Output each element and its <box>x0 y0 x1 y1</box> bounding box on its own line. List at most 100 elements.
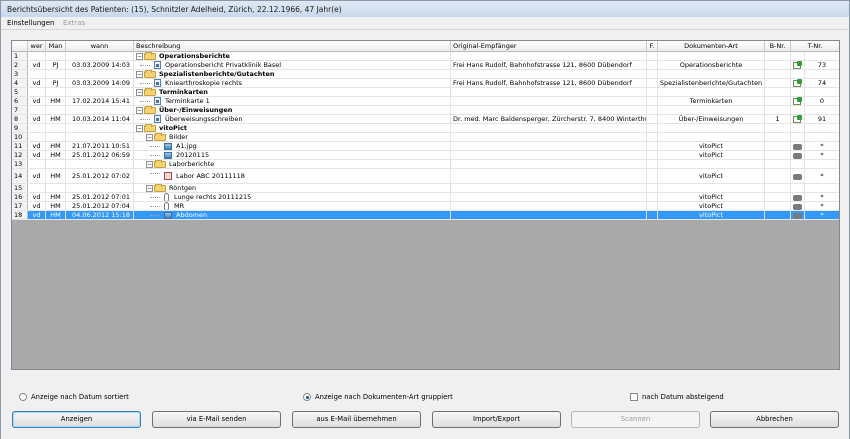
cell-empfaenger <box>451 70 647 78</box>
collapse-toggle-icon[interactable]: − <box>136 106 143 114</box>
table-row[interactable]: 10 − Bilder <box>12 133 839 142</box>
collapse-toggle-icon[interactable]: − <box>146 133 153 141</box>
col-header-wer[interactable]: wer <box>28 41 46 52</box>
col-header-tnr[interactable]: T-Nr. <box>791 41 839 52</box>
collapse-toggle-icon[interactable]: − <box>136 124 143 132</box>
table-row[interactable]: 6 vd HM 17.02.2014 15:41 Terminkarte 1 Termin… <box>12 97 839 106</box>
camera-icon[interactable] <box>793 195 802 201</box>
report-grid[interactable]: wer Man wann Beschreibung Original-Empfä… <box>11 40 840 370</box>
collapse-toggle-icon[interactable]: − <box>136 88 143 96</box>
title-bar[interactable]: Berichtsübersicht des Patienten: (15), S… <box>1 1 849 17</box>
radio-group-by-type[interactable] <box>303 393 311 401</box>
cell-tnr <box>805 52 839 60</box>
table-row[interactable]: 14 vd HM 25.01.2012 07:02 Labor ABC 20111118… <box>12 169 839 184</box>
row-description: Labor ABC 20111118 <box>176 171 245 180</box>
table-row[interactable]: 18 vd HM 04.06.2012 15:18 Abdomen vitoPict * <box>12 211 839 220</box>
row-number: 16 <box>12 193 28 201</box>
table-row[interactable]: 7 − Über-/Einweisungen <box>12 106 839 115</box>
table-row[interactable]: 1 − Operationsberichte <box>12 52 839 61</box>
collapse-toggle-icon[interactable]: − <box>146 160 153 168</box>
collapse-toggle-icon[interactable]: − <box>136 70 143 78</box>
option-date-descending-label: nach Datum absteigend <box>642 393 724 401</box>
camera-icon[interactable] <box>793 204 802 210</box>
cell-dokumenten-art <box>658 88 765 96</box>
menu-extras[interactable]: Extras <box>63 19 85 27</box>
open-document-icon[interactable] <box>793 79 802 87</box>
cell-bnr <box>765 133 791 141</box>
option-sort-by-date[interactable]: Anzeige nach Datum sortiert <box>19 393 129 401</box>
collapse-toggle-icon[interactable]: − <box>146 184 153 192</box>
checkbox-date-descending[interactable] <box>630 393 638 401</box>
table-row[interactable]: 13 − Laborberichte <box>12 160 839 169</box>
option-group-by-type[interactable]: Anzeige nach Dokumenten-Art gruppiert <box>303 393 453 401</box>
col-header-dokumenten-art[interactable]: Dokumenten-Art <box>658 41 765 52</box>
table-row[interactable]: 8 vd HM 10.03.2014 11:04 Überweisungsschreib… <box>12 115 839 124</box>
cell-dokumenten-art: vitoPict <box>658 202 765 210</box>
open-document-icon[interactable] <box>793 115 802 123</box>
cell-wann: 04.06.2012 15:18 <box>66 211 134 219</box>
col-header-f[interactable]: F. <box>647 41 658 52</box>
cell-empfaenger <box>451 160 647 168</box>
cell-bnr <box>765 97 791 105</box>
row-description: A1.jpg <box>176 142 197 150</box>
camera-icon[interactable] <box>793 213 802 219</box>
cell-empfaenger <box>451 169 647 183</box>
open-document-icon[interactable] <box>793 61 802 69</box>
collapse-toggle-icon[interactable]: − <box>136 52 143 60</box>
cell-empfaenger <box>451 142 647 150</box>
col-header-bnr[interactable]: B-Nr. <box>765 41 791 52</box>
col-header-num[interactable] <box>12 41 28 52</box>
email-send-button[interactable]: via E-Mail senden <box>152 411 281 428</box>
import-export-button[interactable]: Import/Export <box>432 411 561 428</box>
cell-wer: vd <box>28 193 46 201</box>
cell-tnr: 74 <box>817 79 827 87</box>
table-row[interactable]: 4 vd PJ 03.03.2009 14:09 Kniearthroskopie re… <box>12 79 839 88</box>
radio-sort-by-date[interactable] <box>19 393 27 401</box>
email-import-button[interactable]: aus E-Mail übernehmen <box>292 411 421 428</box>
cell-man <box>46 160 66 168</box>
cell-status-icon <box>791 133 805 141</box>
cell-beschreibung: − Terminkarten <box>134 88 451 96</box>
cell-beschreibung: − Operationsberichte <box>134 52 451 60</box>
row-description: Bilder <box>169 133 188 141</box>
col-header-beschreibung[interactable]: Beschreibung <box>134 41 451 52</box>
folder-icon <box>154 184 166 192</box>
table-row[interactable]: 11 vd HM 21.07.2011 10:51 A1.jpg vitoPict * <box>12 142 839 151</box>
cell-wer: vd <box>28 151 46 159</box>
table-row[interactable]: 5 − Terminkarten <box>12 88 839 97</box>
cell-wer <box>28 52 46 60</box>
table-row[interactable]: 9 − vitoPict <box>12 124 839 133</box>
col-header-man[interactable]: Man <box>46 41 66 52</box>
cell-empfaenger <box>451 211 647 219</box>
cell-man: HM <box>46 202 66 210</box>
cell-beschreibung: − Über-/Einweisungen <box>134 106 451 114</box>
table-row[interactable]: 12 vd HM 25.01.2012 06:59 20120115 vitoPict * <box>12 151 839 160</box>
cell-man <box>46 88 66 96</box>
col-header-wann[interactable]: wann <box>66 41 134 52</box>
cell-tnr: * <box>820 193 824 201</box>
row-number: 11 <box>12 142 28 150</box>
option-date-descending[interactable]: nach Datum absteigend <box>630 393 724 401</box>
cell-tnr: * <box>820 172 824 180</box>
anzeigen-button[interactable]: Anzeigen <box>12 411 141 428</box>
table-row[interactable]: 3 − Spezialistenberichte/Gutachten <box>12 70 839 79</box>
table-row[interactable]: 15 − Röntgen <box>12 184 839 193</box>
table-row[interactable]: 2 vd PJ 03.03.2009 14:03 Operationsbericht P… <box>12 61 839 70</box>
menu-einstellungen[interactable]: Einstellungen <box>7 19 54 27</box>
cell-man: HM <box>46 193 66 201</box>
cell-man <box>46 52 66 60</box>
cell-bnr <box>765 169 791 183</box>
cell-tnr: * <box>820 202 824 210</box>
attachment-icon <box>164 202 169 210</box>
table-row[interactable]: 16 vd HM 25.01.2012 07:01 Lunge rechts 20111… <box>12 193 839 202</box>
cell-f <box>647 106 658 114</box>
open-document-icon[interactable] <box>793 97 802 105</box>
cell-man <box>46 124 66 132</box>
camera-icon[interactable] <box>793 144 802 150</box>
camera-icon[interactable] <box>793 174 802 180</box>
cancel-button[interactable]: Abbrechen <box>710 411 839 428</box>
table-row[interactable]: 17 vd HM 25.01.2012 07:04 MR vitoPict * <box>12 202 839 211</box>
cell-f <box>647 70 658 78</box>
camera-icon[interactable] <box>793 153 802 159</box>
col-header-empfaenger[interactable]: Original-Empfänger <box>451 41 647 52</box>
